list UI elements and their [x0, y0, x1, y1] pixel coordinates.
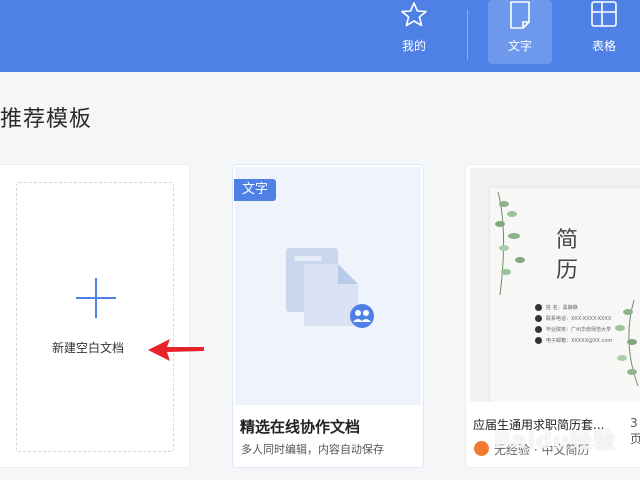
baidu-watermark: Baidu经验	[494, 429, 616, 454]
resume-info-row: 联系电话：XXX-XXXX-XXXX	[535, 314, 611, 324]
plus-icon-vertical	[95, 278, 97, 318]
resume-thumbnail	[470, 168, 640, 402]
new-blank-document-label: 新建空白文档	[52, 341, 125, 355]
resume-info-row: 毕业院校：广州华南师范大学	[535, 325, 611, 335]
resume-page-count: 3页	[630, 416, 640, 446]
resume-thumb-title-1: 简	[556, 228, 579, 253]
nav-divider	[467, 10, 468, 60]
nav-item-doc[interactable]: 文字	[488, 0, 552, 64]
type-tag: 文字	[234, 179, 276, 201]
section-title: 推荐模板	[0, 107, 93, 132]
document-icon	[510, 1, 530, 29]
nav-label-sheet: 表格	[591, 39, 616, 53]
leaf-decoration-icon	[495, 191, 525, 296]
nav-item-sheet[interactable]: 表格	[574, 0, 634, 64]
resume-thumb-title-2: 历	[556, 258, 579, 283]
school-icon	[535, 326, 542, 333]
nav-label-mine: 我的	[401, 39, 426, 53]
top-bar: 我的 文字 表格	[0, 0, 640, 72]
red-arrow-icon	[148, 339, 204, 361]
mail-icon	[535, 337, 542, 344]
nav-label-doc: 文字	[507, 39, 532, 53]
star-icon	[401, 2, 427, 27]
template-badge-icon	[474, 441, 489, 456]
nav-item-mine[interactable]: 我的	[384, 0, 444, 64]
person-icon	[535, 304, 542, 311]
resume-info-row: 电子邮箱：XXXXX@XX.com	[535, 336, 612, 346]
resume-info-row: 姓 名：黑静静	[535, 303, 578, 313]
shared-document-icon	[286, 248, 374, 328]
collab-card-title: 精选在线协作文档	[240, 418, 361, 436]
collab-card-subtitle: 多人同时编辑，内容自动保存	[241, 443, 384, 456]
table-icon	[591, 1, 617, 27]
phone-icon	[535, 315, 542, 322]
